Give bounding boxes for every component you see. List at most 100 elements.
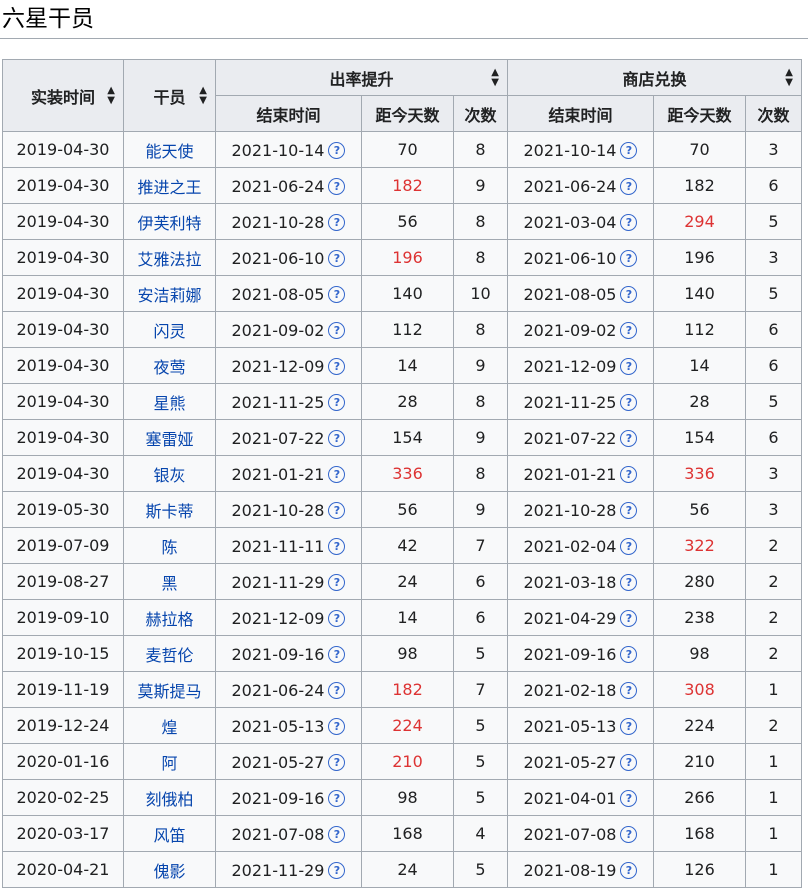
- operator-link[interactable]: 刻俄柏: [123, 779, 216, 816]
- question-circle-icon[interactable]: ?: [328, 645, 346, 663]
- table-row: 2019-07-09 陈 2021-11-11? 42 7 2021-02-04? 322 2: [2, 527, 802, 564]
- operator-link[interactable]: 赫拉格: [123, 599, 216, 636]
- date-text: 2021-11-25: [231, 392, 325, 412]
- question-circle-icon[interactable]: ?: [328, 753, 346, 771]
- operator-link[interactable]: 塞雷娅: [123, 419, 216, 456]
- operator-link[interactable]: 推进之王: [123, 167, 216, 204]
- question-circle-icon[interactable]: ?: [620, 465, 638, 483]
- operator-link[interactable]: 伊芙利特: [123, 203, 216, 240]
- question-circle-icon[interactable]: ?: [620, 609, 638, 627]
- table-row: 2020-01-16 阿 2021-05-27? 210 5 2021-05-27? 210…: [2, 743, 802, 780]
- question-circle-icon[interactable]: ?: [620, 321, 638, 339]
- table-row: 2019-12-24 煌 2021-05-13? 224 5 2021-05-13? 224…: [2, 707, 802, 744]
- question-circle-icon[interactable]: ?: [328, 393, 346, 411]
- sort-icon[interactable]: ▲ ▼: [199, 85, 207, 106]
- date-text: 2021-10-28: [523, 500, 617, 520]
- question-circle-icon[interactable]: ?: [328, 213, 346, 231]
- install-date-cell: 2019-04-30: [2, 311, 124, 348]
- date-text: 2021-02-04: [523, 536, 617, 556]
- operator-link[interactable]: 风笛: [123, 815, 216, 852]
- question-circle-icon[interactable]: ?: [620, 249, 638, 267]
- question-circle-icon[interactable]: ?: [328, 285, 346, 303]
- question-circle-icon[interactable]: ?: [328, 501, 346, 519]
- sort-icon[interactable]: ▲ ▼: [491, 67, 499, 88]
- install-date-cell: 2019-04-30: [2, 383, 124, 420]
- col-header-install-time[interactable]: 实装时间 ▲ ▼: [2, 59, 124, 132]
- shop-count-cell: 3: [745, 239, 802, 276]
- question-circle-icon[interactable]: ?: [620, 537, 638, 555]
- install-date-cell: 2019-05-30: [2, 491, 124, 528]
- question-circle-icon[interactable]: ?: [328, 609, 346, 627]
- question-circle-icon[interactable]: ?: [328, 789, 346, 807]
- question-circle-icon[interactable]: ?: [620, 717, 638, 735]
- question-circle-icon[interactable]: ?: [620, 645, 638, 663]
- sort-icon[interactable]: ▲ ▼: [785, 67, 793, 88]
- question-circle-icon[interactable]: ?: [620, 861, 638, 879]
- question-circle-icon[interactable]: ?: [328, 357, 346, 375]
- col-header-shop[interactable]: 商店兑换 ▲ ▼: [507, 59, 802, 96]
- operator-link[interactable]: 莫斯提马: [123, 671, 216, 708]
- operator-link[interactable]: 黑: [123, 563, 216, 600]
- shop-end-time-cell: 2021-07-08?: [507, 815, 654, 852]
- rate-end-time-cell: 2021-10-28?: [215, 491, 362, 528]
- operator-link[interactable]: 麦哲伦: [123, 635, 216, 672]
- question-circle-icon[interactable]: ?: [620, 753, 638, 771]
- question-circle-icon[interactable]: ?: [620, 141, 638, 159]
- question-circle-icon[interactable]: ?: [328, 537, 346, 555]
- table-row: 2019-05-30 斯卡蒂 2021-10-28? 56 9 2021-10-28? 56…: [2, 491, 802, 528]
- question-circle-icon[interactable]: ?: [620, 573, 638, 591]
- question-circle-icon[interactable]: ?: [328, 141, 346, 159]
- question-circle-icon[interactable]: ?: [620, 429, 638, 447]
- col-header-rate-up[interactable]: 出率提升 ▲ ▼: [215, 59, 508, 96]
- operator-link[interactable]: 煌: [123, 707, 216, 744]
- question-circle-icon[interactable]: ?: [328, 717, 346, 735]
- rate-days-cell: 24: [361, 563, 454, 600]
- install-date-cell: 2019-04-30: [2, 419, 124, 456]
- date-text: 2021-10-14: [523, 140, 617, 160]
- operator-link[interactable]: 傀影: [123, 851, 216, 888]
- question-circle-icon[interactable]: ?: [620, 789, 638, 807]
- table-row: 2019-04-30 闪灵 2021-09-02? 112 8 2021-09-02? 11…: [2, 311, 802, 348]
- install-date-cell: 2020-03-17: [2, 815, 124, 852]
- question-circle-icon[interactable]: ?: [620, 177, 638, 195]
- shop-days-cell: 56: [653, 491, 746, 528]
- question-circle-icon[interactable]: ?: [328, 177, 346, 195]
- rate-count-cell: 5: [453, 743, 508, 780]
- question-circle-icon[interactable]: ?: [620, 681, 638, 699]
- operator-link[interactable]: 能天使: [123, 131, 216, 168]
- sort-icon[interactable]: ▲ ▼: [107, 85, 115, 106]
- table-row: 2019-09-10 赫拉格 2021-12-09? 14 6 2021-04-29? 23…: [2, 599, 802, 636]
- col-header-operator[interactable]: 干员 ▲ ▼: [123, 59, 216, 132]
- operator-link[interactable]: 星熊: [123, 383, 216, 420]
- date-text: 2021-11-25: [523, 392, 617, 412]
- operator-link[interactable]: 闪灵: [123, 311, 216, 348]
- rate-end-time-cell: 2021-05-27?: [215, 743, 362, 780]
- operator-link[interactable]: 阿: [123, 743, 216, 780]
- rate-end-time-cell: 2021-08-05?: [215, 275, 362, 312]
- question-circle-icon[interactable]: ?: [328, 573, 346, 591]
- question-circle-icon[interactable]: ?: [328, 321, 346, 339]
- rate-days-cell: 210: [361, 743, 454, 780]
- rate-count-cell: 10: [453, 275, 508, 312]
- question-circle-icon[interactable]: ?: [620, 501, 638, 519]
- question-circle-icon[interactable]: ?: [328, 429, 346, 447]
- date-text: 2021-06-10: [231, 248, 325, 268]
- question-circle-icon[interactable]: ?: [620, 393, 638, 411]
- operator-link[interactable]: 安洁莉娜: [123, 275, 216, 312]
- question-circle-icon[interactable]: ?: [328, 249, 346, 267]
- question-circle-icon[interactable]: ?: [328, 681, 346, 699]
- shop-end-time-cell: 2021-10-28?: [507, 491, 654, 528]
- operator-link[interactable]: 陈: [123, 527, 216, 564]
- question-circle-icon[interactable]: ?: [328, 825, 346, 843]
- question-circle-icon[interactable]: ?: [328, 861, 346, 879]
- question-circle-icon[interactable]: ?: [620, 825, 638, 843]
- question-circle-icon[interactable]: ?: [620, 213, 638, 231]
- operator-link[interactable]: 斯卡蒂: [123, 491, 216, 528]
- operator-link[interactable]: 艾雅法拉: [123, 239, 216, 276]
- question-circle-icon[interactable]: ?: [620, 357, 638, 375]
- question-circle-icon[interactable]: ?: [328, 465, 346, 483]
- question-circle-icon[interactable]: ?: [620, 285, 638, 303]
- install-date-cell: 2019-11-19: [2, 671, 124, 708]
- operator-link[interactable]: 夜莺: [123, 347, 216, 384]
- operator-link[interactable]: 银灰: [123, 455, 216, 492]
